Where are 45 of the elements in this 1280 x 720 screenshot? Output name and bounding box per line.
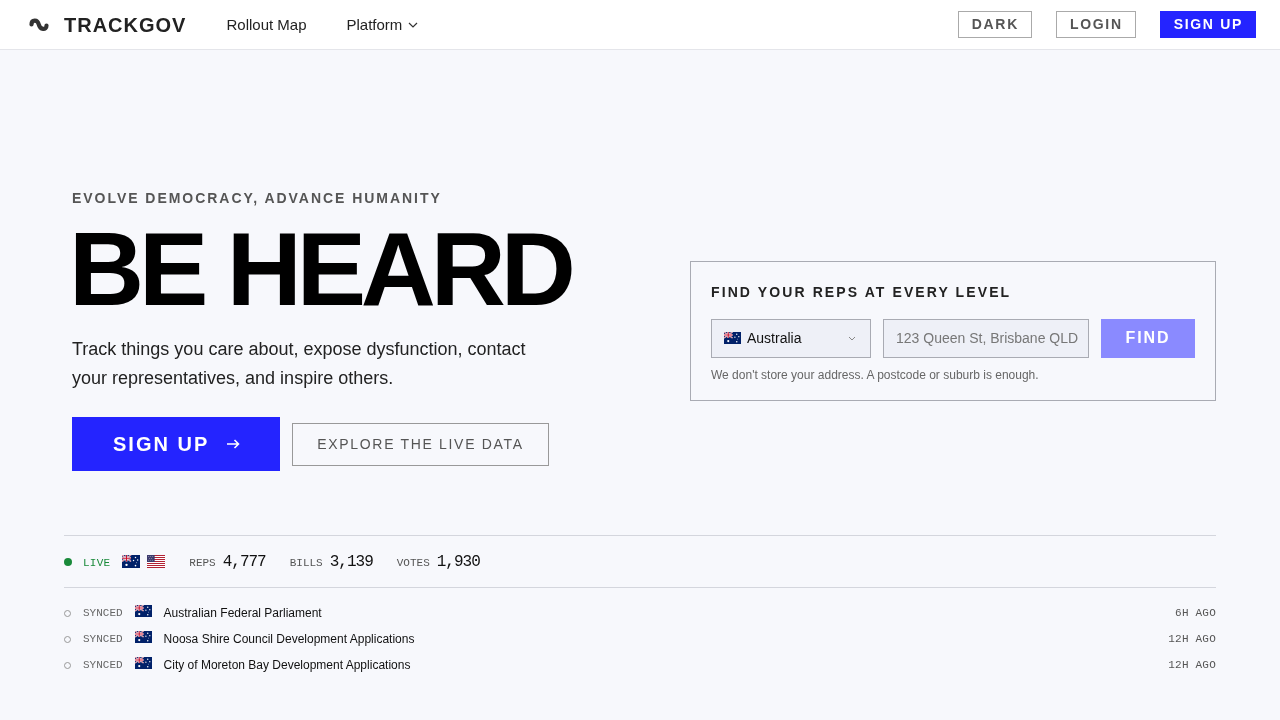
- card-title: FIND YOUR REPS AT EVERY LEVEL: [711, 283, 1013, 301]
- platform-dropdown[interactable]: Platform: [346, 14, 419, 35]
- status-ring-icon: [64, 609, 71, 617]
- australian-flag-icon: [122, 555, 141, 568]
- hero-description: Track things you care about, expose dysfunction, contact your representatives, and inspire others.: [72, 338, 527, 390]
- american-flag-icon: [147, 555, 166, 568]
- nav-link[interactable]: Rollout Map: [226, 14, 307, 35]
- signup-button[interactable]: SIGN UP: [72, 417, 281, 471]
- australian-flag-icon: [134, 631, 152, 643]
- status-ring-icon: [64, 661, 71, 669]
- arrow-right-icon: [226, 439, 241, 449]
- signup-button[interactable]: SIGN UP: [1159, 11, 1256, 38]
- source-name: Noosa Shire Council Development Applications: [163, 631, 415, 648]
- explore-button[interactable]: EXPLORE THE LIVE DATA: [292, 422, 549, 466]
- australian-flag-icon: [724, 332, 741, 344]
- stat-label: BILLS: [289, 555, 323, 571]
- brand-name[interactable]: TRACKGOV: [64, 12, 187, 37]
- sync-status: SYNCED: [83, 657, 123, 673]
- live-label: LIVE: [83, 555, 111, 571]
- address-field[interactable]: 123 Queen St, Brisbane QLD: [883, 318, 1089, 358]
- wave-logo-icon[interactable]: [28, 15, 50, 34]
- stat-value: 1,930: [436, 551, 480, 573]
- sync-age: 12H AGO: [1168, 657, 1216, 673]
- status-ring-icon: [64, 635, 71, 643]
- chevron-down-icon: [408, 21, 419, 28]
- stat-value: 3,139: [329, 551, 373, 573]
- privacy-note: We don't store your address. A postcode or suburb is enough.: [711, 367, 1040, 382]
- chevron-down-icon: [848, 335, 856, 341]
- source-name: Australian Federal Parliament: [163, 605, 322, 622]
- nav-button[interactable]: LOGIN: [1055, 11, 1136, 38]
- sync-age: 6H AGO: [1175, 605, 1216, 621]
- country-select[interactable]: Australia: [711, 318, 871, 358]
- nav-button[interactable]: DARK: [957, 11, 1032, 38]
- tagline: EVOLVE DEMOCRACY, ADVANCE HUMANITY: [72, 190, 443, 207]
- stat-value: 4,777: [222, 551, 266, 573]
- hero-title: BE HEARD: [69, 217, 571, 321]
- australian-flag-icon: [134, 605, 152, 617]
- sync-status: SYNCED: [83, 631, 123, 647]
- stat-label: VOTES: [396, 555, 430, 571]
- australian-flag-icon: [134, 657, 152, 669]
- sync-age: 12H AGO: [1168, 631, 1216, 647]
- source-name: City of Moreton Bay Development Applications: [163, 657, 411, 674]
- live-status-dot-icon: [64, 557, 72, 566]
- sync-status: SYNCED: [83, 605, 123, 621]
- stat-label: REPS: [189, 555, 216, 571]
